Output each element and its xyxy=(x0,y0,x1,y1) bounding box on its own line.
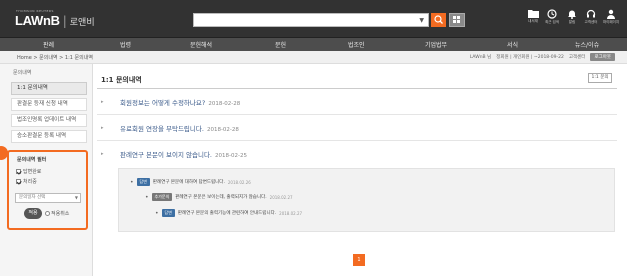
sidebar-title: 문의내역 xyxy=(13,70,32,76)
apply-button[interactable]: 적용 xyxy=(24,208,42,219)
followup-tag: 추가문의 xyxy=(151,193,173,201)
answer-line: • 답변 판례연구 본문에 대하여 답변드립니다. 2018.02.26 xyxy=(130,178,251,186)
question-date: 2018-02-28 xyxy=(208,101,241,107)
logo-text: LAWnB xyxy=(15,13,60,28)
answer-text[interactable]: 판례연구 본문은 보이는데, 출력되지가 않습니다. xyxy=(175,194,266,200)
radio[interactable] xyxy=(45,211,50,216)
answer-tag: 답변 xyxy=(136,178,150,186)
nav-item[interactable]: 문헌 xyxy=(275,40,286,49)
search-icon xyxy=(434,15,443,24)
grid-menu-button[interactable] xyxy=(449,13,465,27)
answer-date: 2018.02.27 xyxy=(279,210,303,216)
question-title: 회원정보는 어떻게 수정하나요? xyxy=(120,99,206,107)
pagination-current[interactable]: 1 xyxy=(353,254,365,266)
bullet: ▸ xyxy=(101,125,104,131)
question-date: 2018-02-28 xyxy=(206,127,239,133)
user-name: LAWnB 님 xyxy=(469,55,492,60)
answer-text[interactable]: 판례연구 본문에 대하여 답변드립니다. xyxy=(153,179,225,185)
filter-title: 문의내역 필터 xyxy=(17,157,47,163)
user-info: LAWnB 님 정회원 | 개인회원 | ~2018-09-22 고객센터 로그… xyxy=(470,53,615,61)
bullet: • xyxy=(155,209,159,217)
top-bar: THOMSON REUTERS LAWnB | 로앤비 ▼ 내서재 최근 검색 알림… xyxy=(0,0,627,37)
tool-label: 최근 검색 xyxy=(545,20,559,24)
nav-item[interactable]: 법조인 xyxy=(348,40,365,49)
account-link[interactable]: 고객센터 xyxy=(569,54,586,60)
logout-button[interactable]: 로그아웃 xyxy=(590,53,615,61)
folder-icon xyxy=(527,10,539,18)
grid-icon xyxy=(453,16,456,19)
question-row[interactable]: ▸ 회원정보는 어떻게 수정하나요? 2018-02-28 xyxy=(97,89,617,115)
nav-item[interactable]: 법령 xyxy=(120,40,131,49)
filter-option-processing[interactable]: 처리중 xyxy=(16,178,37,185)
question-title: 판례연구 본문이 보이지 않습니다. xyxy=(120,151,212,159)
question-link[interactable]: 회원정보는 어떻게 수정하나요? 2018-02-28 xyxy=(120,97,240,107)
question-row[interactable]: ▸ 유료회원 연장을 부탁드립니다. 2018-02-28 xyxy=(97,115,617,141)
checkbox[interactable] xyxy=(16,179,21,184)
chevron-down-icon[interactable]: ▼ xyxy=(419,17,424,24)
answer-thread: • 답변 판례연구 본문에 대하여 답변드립니다. 2018.02.26 • 추… xyxy=(118,168,615,232)
answer-tag: 답변 xyxy=(161,209,175,217)
answer-date: 2018.02.26 xyxy=(227,179,251,185)
breadcrumb-bar: Home > 문의내역 > 1:1 문의내역 LAWnB 님 정회원 | 개인회… xyxy=(0,51,627,64)
logo-korean: 로앤비 xyxy=(69,18,95,28)
checkbox[interactable] xyxy=(16,169,21,174)
new-inquiry-button[interactable]: 1:1 문의 xyxy=(588,73,612,83)
nav-item[interactable]: 서식 xyxy=(507,40,518,49)
history-icon xyxy=(547,9,557,19)
question-link[interactable]: 유료회원 연장을 부탁드립니다. 2018-02-28 xyxy=(120,123,239,133)
bullet: ▸ xyxy=(101,151,104,157)
date-select[interactable]: 문의일자 선택 ▼ xyxy=(15,193,81,203)
bullet: • xyxy=(130,178,134,186)
member-info: 정회원 | 개인회원 | ~2018-09-22 xyxy=(496,55,564,60)
filter-panel: 문의내역 필터 답변완료 처리중 문의일자 선택 ▼ 적용 적용취소 xyxy=(7,150,88,230)
tool-support[interactable]: 고객센터 xyxy=(580,9,602,31)
logo[interactable]: THOMSON REUTERS LAWnB | 로앤비 xyxy=(15,9,95,28)
question-title: 유료회원 연장을 부탁드립니다. xyxy=(120,125,204,133)
bullet: • xyxy=(145,193,149,201)
search-button[interactable] xyxy=(431,13,446,27)
bullet: ▸ xyxy=(101,99,104,105)
user-icon xyxy=(607,9,615,19)
sidebar-item-lawyer-update[interactable]: 법조인명록 업데이트 내역 xyxy=(11,114,87,127)
filter-option-answered[interactable]: 답변완료 xyxy=(16,168,41,175)
breadcrumb: Home > 문의내역 > 1:1 문의내역 xyxy=(17,55,93,61)
main-nav: 판례 법령 문헌해석 문헌 법조인 기업법무 서식 뉴스/이슈 xyxy=(0,37,627,51)
grid-icon xyxy=(457,16,460,19)
answer-text[interactable]: 판례연구 본문의 출력기능에 관련하여 안내드립니다. xyxy=(178,210,276,216)
question-row[interactable]: ▸ 판례연구 본문이 보이지 않습니다. 2018-02-25 xyxy=(97,141,617,167)
sidebar-item-winning-judgment[interactable]: 승소판결문 등록 내역 xyxy=(11,130,87,143)
headset-icon xyxy=(586,9,596,18)
logo-separator: | xyxy=(62,14,67,28)
nav-item[interactable]: 기업법무 xyxy=(425,40,447,49)
checkbox-label: 처리중 xyxy=(23,179,37,185)
search-input[interactable]: ▼ xyxy=(193,13,429,27)
question-date: 2018-02-25 xyxy=(215,153,247,159)
chevron-down-icon: ▼ xyxy=(74,195,78,200)
question-link[interactable]: 판례연구 본문이 보이지 않습니다. 2018-02-25 xyxy=(120,149,247,159)
answer-date: 2018.02.27 xyxy=(269,194,293,200)
tool-label: 고객센터 xyxy=(584,20,598,24)
grid-icon xyxy=(457,20,460,23)
bell-icon xyxy=(568,10,576,19)
sidebar-item-inquiry[interactable]: 1:1 문의내역 xyxy=(11,82,87,95)
checkbox-label: 답변완료 xyxy=(23,169,42,175)
date-select-value: 문의일자 선택 xyxy=(19,195,46,200)
reset-label: 적용취소 xyxy=(51,211,70,217)
answer-line: • 답변 판례연구 본문의 출력기능에 관련하여 안내드립니다. 2018.02… xyxy=(155,209,302,217)
nav-item[interactable]: 뉴스/이슈 xyxy=(575,40,599,49)
reset-option[interactable]: 적용취소 xyxy=(45,210,69,217)
tool-mypage[interactable]: 마이페이지 xyxy=(600,9,622,31)
tool-label: 마이페이지 xyxy=(602,20,620,24)
nav-item[interactable]: 문헌해석 xyxy=(190,40,212,49)
page-title: 1:1 문의내역 xyxy=(101,76,142,84)
sidebar-item-judgment-request[interactable]: 판결문 등재 신청 내역 xyxy=(11,98,87,111)
answer-line: • 추가문의 판례연구 본문은 보이는데, 출력되지가 않습니다. 2018.0… xyxy=(145,193,293,201)
nav-item[interactable]: 판례 xyxy=(43,40,54,49)
tool-history[interactable]: 최근 검색 xyxy=(541,9,563,31)
grid-icon xyxy=(453,20,456,23)
